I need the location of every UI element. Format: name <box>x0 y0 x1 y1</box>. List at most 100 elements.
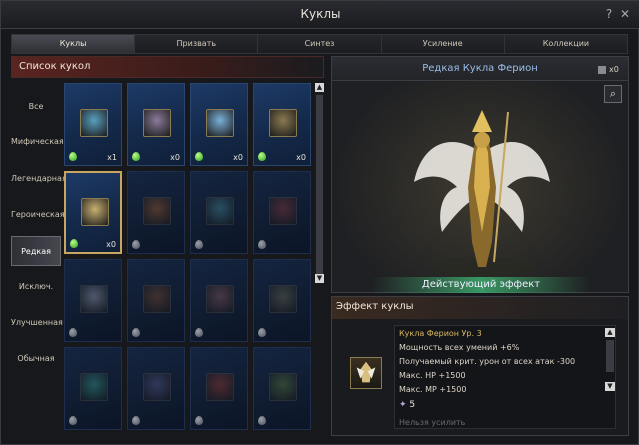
help-button[interactable]: ? <box>602 7 616 21</box>
doll-card[interactable]: x0 <box>253 83 311 166</box>
doll-portrait-icon <box>269 197 297 225</box>
tab-dolls[interactable]: Куклы <box>12 35 136 53</box>
doll-portrait-icon <box>206 285 234 313</box>
doll-portrait-icon <box>143 197 171 225</box>
soul-gem-icon <box>132 240 140 249</box>
doll-portrait-icon <box>206 373 234 401</box>
doll-card[interactable] <box>127 347 185 430</box>
scroll-down-icon[interactable]: ▼ <box>315 274 324 283</box>
star-icon: ✦ <box>399 400 407 410</box>
tab-summon[interactable]: Призвать <box>135 35 259 53</box>
doll-name: Редкая Кукла Ферион <box>422 63 538 74</box>
doll-list-title: Список кукол <box>19 61 91 72</box>
doll-portrait-icon <box>80 373 108 401</box>
doll-count: x0 <box>233 153 243 162</box>
doll-card[interactable]: x0 <box>127 83 185 166</box>
tab-bar: Куклы Призвать Синтез Усиление Коллекции <box>11 34 628 54</box>
scroll-thumb[interactable] <box>606 340 614 372</box>
scroll-down-icon[interactable]: ▼ <box>605 382 615 391</box>
doll-count: x0 <box>170 153 180 162</box>
category-exclusive[interactable]: Исключ. <box>11 272 61 302</box>
doll-count: x0 <box>296 153 306 162</box>
window-title: Куклы <box>300 7 341 21</box>
doll-card[interactable] <box>127 171 185 254</box>
doll-card[interactable] <box>253 259 311 342</box>
doll-list-scrollbar[interactable]: ▲ ▼ <box>315 83 324 283</box>
preview-header: Редкая Кукла Ферион x0 <box>332 57 628 81</box>
soul-gem-icon <box>258 416 266 425</box>
doll-grid: x1 x0 x0 x0 x0 <box>64 83 314 443</box>
effect-line: Макс. MP +1500 <box>399 385 467 394</box>
soul-gem-icon <box>258 240 266 249</box>
doll-count: x0 <box>106 240 116 249</box>
doll-card[interactable] <box>190 347 248 430</box>
soul-gem-icon <box>195 240 203 249</box>
soul-gem-icon <box>258 152 266 161</box>
scroll-up-icon[interactable]: ▲ <box>605 328 615 337</box>
magnifier-icon[interactable]: ⌕ <box>604 85 622 103</box>
category-rare[interactable]: Редкая <box>11 236 61 266</box>
category-legendary[interactable]: Легендарная <box>11 164 67 194</box>
doll-portrait-icon <box>206 109 234 137</box>
effect-header: Эффект куклы <box>332 297 628 319</box>
doll-portrait-icon <box>143 285 171 313</box>
soul-gem-icon <box>195 328 203 337</box>
doll-figure-image <box>414 110 550 277</box>
close-button[interactable]: ✕ <box>618 7 632 21</box>
soul-gem-icon <box>70 239 78 248</box>
star-count: 5 <box>409 400 416 410</box>
cannot-upgrade-label: Нельзя усилить <box>399 418 466 427</box>
doll-portrait-icon <box>269 285 297 313</box>
soul-gem-icon <box>195 152 203 161</box>
category-mythic[interactable]: Мифическая <box>11 127 64 157</box>
doll-card[interactable]: x0 <box>190 83 248 166</box>
effect-title: Эффект куклы <box>336 301 414 312</box>
category-list: Все Мифическая Легендарная Героическая Р… <box>11 80 67 440</box>
doll-list-header: Список кукол <box>11 56 324 78</box>
tab-enhance[interactable]: Усиление <box>381 35 505 53</box>
effect-details: Кукла Ферион Ур. 3 Мощность всех умений … <box>394 325 616 429</box>
doll-owned-count: x0 <box>609 65 619 74</box>
tab-collections[interactable]: Коллекции <box>504 35 628 53</box>
doll-card[interactable] <box>127 259 185 342</box>
soul-gem-icon <box>195 416 203 425</box>
active-effect-button[interactable]: Действующий эффект <box>372 277 590 293</box>
star-count-row: ✦ 5 <box>399 400 415 410</box>
doll-effect-panel: Эффект куклы Кукла Ферион Ур. 3 Мощность… <box>331 296 629 436</box>
category-all[interactable]: Все <box>11 92 61 122</box>
effect-doll-level: Кукла Ферион Ур. 3 <box>399 329 482 338</box>
soul-gem-icon <box>132 152 140 161</box>
doll-portrait-icon <box>269 373 297 401</box>
scroll-up-icon[interactable]: ▲ <box>315 83 324 92</box>
doll-card[interactable]: x0 <box>64 171 122 254</box>
doll-portrait-icon <box>81 198 109 226</box>
category-improved[interactable]: Улучшенная <box>11 308 63 338</box>
doll-effect-icon <box>350 357 382 389</box>
doll-card-icon <box>598 66 606 74</box>
doll-card[interactable] <box>253 171 311 254</box>
soul-gem-icon <box>132 416 140 425</box>
doll-card[interactable] <box>64 347 122 430</box>
effect-line: Получаемый крит. урон от всех атак -300 <box>399 357 576 366</box>
doll-card[interactable]: x1 <box>64 83 122 166</box>
effect-line: Мощность всех умений +6% <box>399 343 520 352</box>
doll-portrait-icon <box>269 109 297 137</box>
title-bar[interactable]: Куклы ? ✕ <box>1 1 639 29</box>
soul-gem-icon <box>69 416 77 425</box>
doll-card[interactable] <box>253 347 311 430</box>
category-common[interactable]: Обычная <box>11 344 61 374</box>
doll-card[interactable] <box>190 171 248 254</box>
doll-portrait-icon <box>80 285 108 313</box>
category-heroic[interactable]: Героическая <box>11 200 65 230</box>
soul-gem-icon <box>69 152 77 161</box>
soul-gem-icon <box>258 328 266 337</box>
tab-synthesis[interactable]: Синтез <box>258 35 382 53</box>
dolls-window: Куклы ? ✕ Куклы Призвать Синтез Усиление… <box>0 0 639 445</box>
soul-gem-icon <box>69 328 77 337</box>
doll-card[interactable] <box>64 259 122 342</box>
effect-scrollbar[interactable]: ▲ ▼ <box>605 328 615 392</box>
doll-card[interactable] <box>190 259 248 342</box>
scroll-thumb[interactable] <box>316 95 323 275</box>
doll-portrait-icon <box>143 373 171 401</box>
doll-count: x1 <box>107 153 117 162</box>
